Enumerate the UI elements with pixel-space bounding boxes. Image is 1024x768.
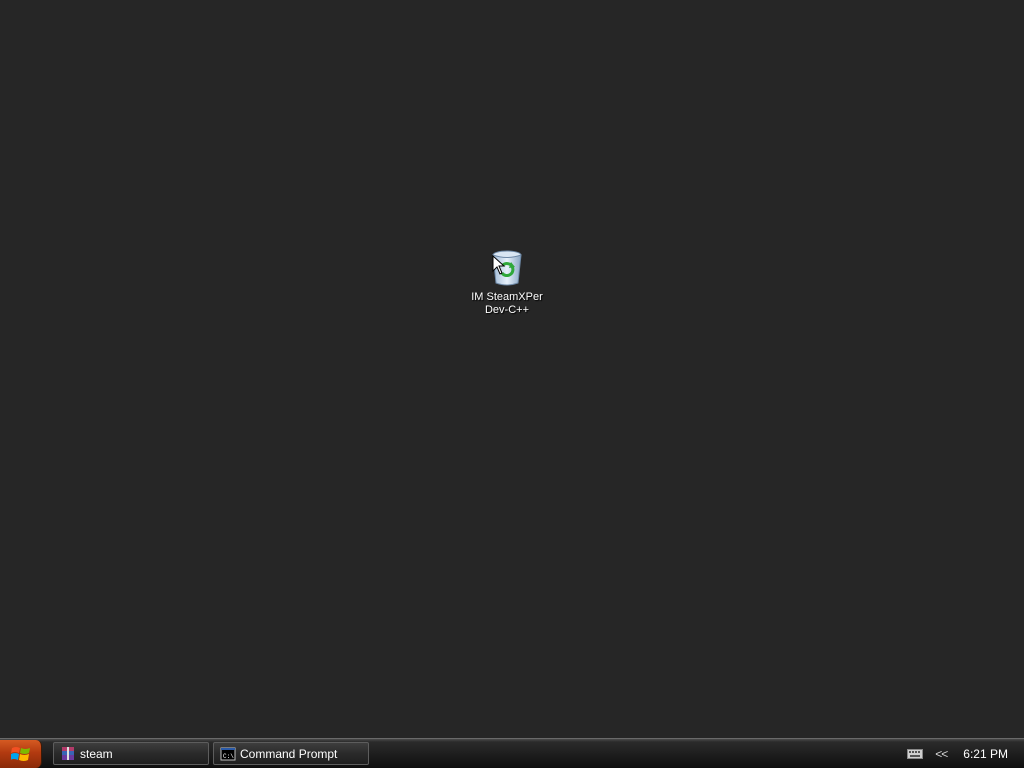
clock[interactable]: 6:21 PM <box>963 747 1008 761</box>
mouse-cursor-icon <box>492 255 506 275</box>
windows-logo-icon <box>10 747 30 761</box>
taskbar: steam C:\ Command Prompt << 6:21 PM <box>0 738 1024 768</box>
start-button[interactable] <box>0 740 42 768</box>
taskbar-button-label: steam <box>80 746 113 761</box>
taskbar-button-command-prompt[interactable]: C:\ Command Prompt <box>213 742 369 765</box>
desktop-icon-label: IM SteamXPer Dev-C++ <box>471 291 543 317</box>
svg-text:C:\: C:\ <box>223 753 234 760</box>
desktop-icon-label-line1: IM SteamXPer <box>471 291 543 303</box>
show-hidden-icons-button[interactable]: << <box>935 747 948 761</box>
keyboard-icon[interactable] <box>907 748 924 760</box>
desktop-icon-recycle-bin[interactable]: IM SteamXPer Dev-C++ <box>466 250 548 317</box>
desktop: IM SteamXPer Dev-C++ <box>0 0 1024 738</box>
desktop-icon-label-line2: Dev-C++ <box>484 304 530 316</box>
taskbar-button-label: Command Prompt <box>240 746 338 761</box>
taskbar-button-steam[interactable]: steam <box>53 742 209 765</box>
system-tray: << 6:21 PM <box>907 739 1024 768</box>
archive-icon <box>62 746 74 760</box>
command-prompt-icon: C:\ <box>220 747 236 760</box>
